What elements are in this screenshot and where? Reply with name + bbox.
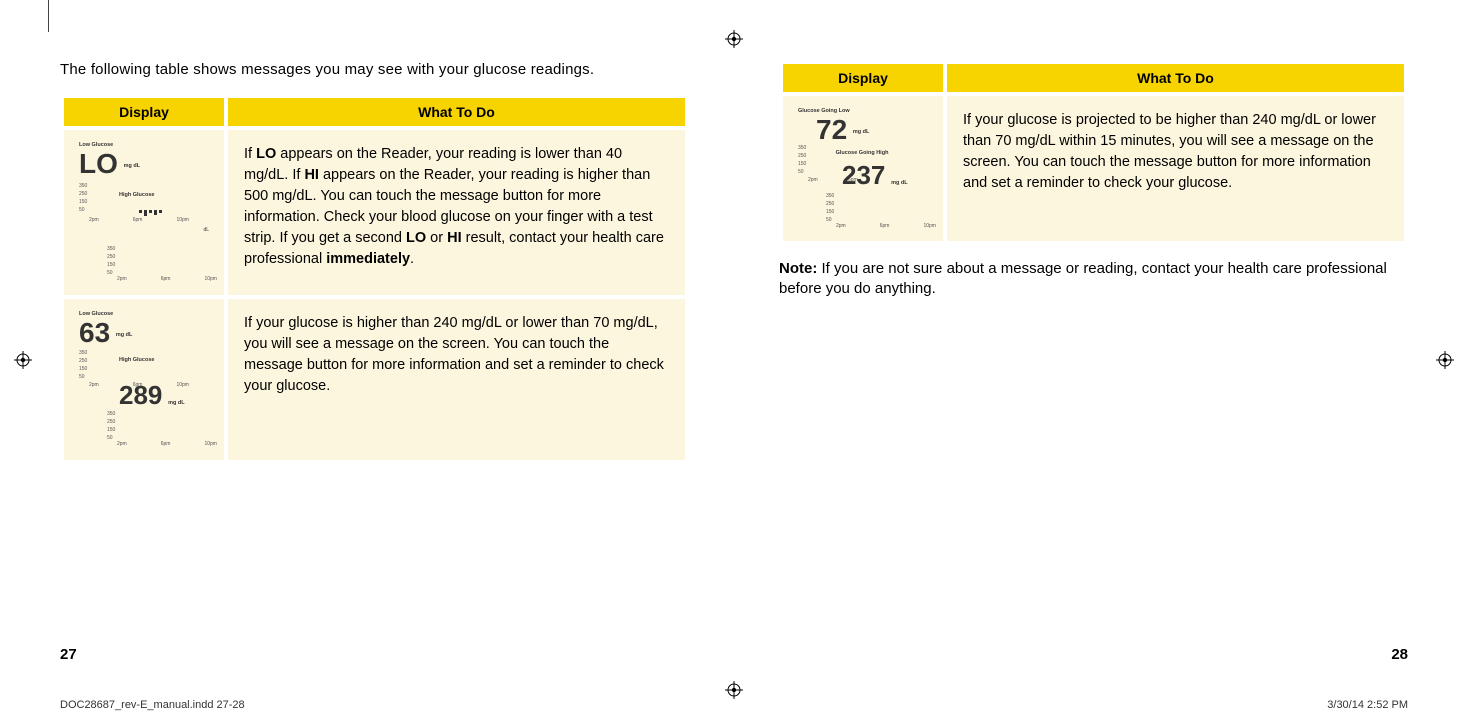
device-big-value: 63 bbox=[79, 319, 110, 347]
print-spread: The following table shows messages you m… bbox=[0, 0, 1468, 719]
col-display-header: Display bbox=[783, 64, 943, 92]
y-tick: 250 bbox=[107, 420, 115, 426]
y-tick: 150 bbox=[79, 367, 87, 373]
x-tick: 10pm bbox=[204, 442, 217, 448]
page-left: The following table shows messages you m… bbox=[60, 60, 689, 659]
y-tick: 350 bbox=[79, 351, 87, 357]
y-tick: 150 bbox=[107, 263, 115, 269]
y-tick: 50 bbox=[826, 218, 832, 224]
device-mid-label: High Glucose bbox=[119, 357, 154, 363]
crop-mark bbox=[48, 0, 49, 32]
x-tick: 10pm bbox=[923, 224, 936, 230]
y-tick: 250 bbox=[79, 192, 87, 198]
messages-table-left: Display What To Do Low Glucose LO mg dL bbox=[60, 94, 689, 464]
display-mock-72: Glucose Going Low 72 mg dL 350 250 150 5… bbox=[783, 96, 943, 241]
device-mid-label: Glucose Going High bbox=[832, 150, 892, 156]
x-tick: 6pm bbox=[133, 218, 143, 224]
page-number-left: 27 bbox=[60, 646, 77, 663]
x-axis: 2pm 6pm 10pm bbox=[89, 218, 189, 224]
footer-file: DOC28687_rev-E_manual.indd 27-28 bbox=[60, 699, 245, 711]
x-axis: 2pm 6pm 10pm bbox=[117, 277, 217, 283]
page-number-right: 28 bbox=[1391, 646, 1408, 663]
device-mid-label: High Glucose bbox=[119, 192, 154, 198]
note-body: If you are not sure about a message or r… bbox=[779, 260, 1387, 297]
y-tick: 350 bbox=[107, 247, 115, 253]
registration-mark-right bbox=[1436, 351, 1454, 369]
registration-mark-top bbox=[725, 30, 743, 48]
col-display-header: Display bbox=[64, 98, 224, 126]
x-tick: 2pm bbox=[117, 442, 127, 448]
table-row: Glucose Going Low 72 mg dL 350 250 150 5… bbox=[783, 96, 1404, 241]
whattodo-text-lo: If LO appears on the Reader, your readin… bbox=[228, 130, 685, 295]
device-unit: mg dL bbox=[853, 129, 870, 135]
x-tick: 10pm bbox=[176, 218, 189, 224]
y-tick: 50 bbox=[107, 436, 113, 442]
y-tick: 250 bbox=[798, 154, 806, 160]
y-tick: 250 bbox=[826, 202, 834, 208]
whattodo-text-63: If your glucose is higher than 240 mg/dL… bbox=[228, 299, 685, 460]
x-tick: 10pm bbox=[204, 277, 217, 283]
y-tick: 50 bbox=[79, 375, 85, 381]
registration-mark-left bbox=[14, 351, 32, 369]
intro-text: The following table shows messages you m… bbox=[60, 60, 689, 80]
device-unit-2: mg dL bbox=[168, 401, 185, 406]
y-tick: 250 bbox=[107, 255, 115, 261]
x-tick: 2pm bbox=[89, 218, 99, 224]
y-tick: 350 bbox=[798, 146, 806, 152]
y-tick: 150 bbox=[107, 428, 115, 434]
x-tick: 2pm bbox=[808, 178, 818, 184]
x-axis: 2pm 6pm 10pm bbox=[117, 442, 217, 448]
device-unit-2: mg dL bbox=[891, 181, 908, 187]
x-tick: 2pm bbox=[836, 224, 846, 230]
device-top-label: Low Glucose bbox=[79, 311, 209, 317]
trend-bars bbox=[139, 210, 162, 216]
y-tick: 250 bbox=[79, 359, 87, 365]
y-tick: 350 bbox=[826, 194, 834, 200]
y-tick: 50 bbox=[79, 208, 85, 214]
device-unit: mg dL bbox=[124, 163, 141, 169]
note-text: Note: If you are not sure about a messag… bbox=[779, 259, 1408, 300]
y-tick: 350 bbox=[107, 412, 115, 418]
print-footer: DOC28687_rev-E_manual.indd 27-28 3/30/14… bbox=[60, 699, 1408, 711]
y-tick: 150 bbox=[798, 162, 806, 168]
x-tick: 6pm bbox=[161, 442, 171, 448]
device-unit: mg dL bbox=[116, 332, 133, 338]
col-whattodo-header: What To Do bbox=[947, 64, 1404, 92]
x-tick: 2pm bbox=[117, 277, 127, 283]
registration-mark-bottom bbox=[725, 681, 743, 699]
col-whattodo-header: What To Do bbox=[228, 98, 685, 126]
x-axis: 2pm 6pm 10pm bbox=[836, 224, 936, 230]
footer-time: 3/30/14 2:52 PM bbox=[1327, 699, 1408, 711]
device-big-value-2: 289 bbox=[119, 382, 162, 406]
display-mock-63: Low Glucose 63 mg dL 350 250 150 50 bbox=[64, 299, 224, 460]
device-big-value: 72 bbox=[816, 116, 847, 144]
messages-table-right: Display What To Do Glucose Going Low 72 … bbox=[779, 60, 1408, 245]
device-big-value: LO bbox=[79, 150, 118, 178]
whattodo-text-72: If your glucose is projected to be highe… bbox=[947, 96, 1404, 241]
y-tick: 50 bbox=[107, 271, 113, 277]
table-row: Low Glucose LO mg dL 350 250 150 50 bbox=[64, 130, 685, 295]
page-right: Display What To Do Glucose Going Low 72 … bbox=[779, 60, 1408, 659]
x-tick: 2pm bbox=[89, 383, 99, 389]
y-tick: 350 bbox=[79, 184, 87, 190]
display-mock-lo: Low Glucose LO mg dL 350 250 150 50 bbox=[64, 130, 224, 295]
two-page-spread: The following table shows messages you m… bbox=[60, 60, 1408, 659]
x-tick: 6pm bbox=[880, 224, 890, 230]
x-tick: 6pm bbox=[161, 277, 171, 283]
table-row: Low Glucose 63 mg dL 350 250 150 50 bbox=[64, 299, 685, 460]
note-label: Note: bbox=[779, 260, 817, 277]
y-tick: 150 bbox=[826, 210, 834, 216]
device-unit-small: dL bbox=[79, 228, 209, 234]
y-tick: 150 bbox=[79, 200, 87, 206]
y-tick: 50 bbox=[798, 170, 804, 176]
